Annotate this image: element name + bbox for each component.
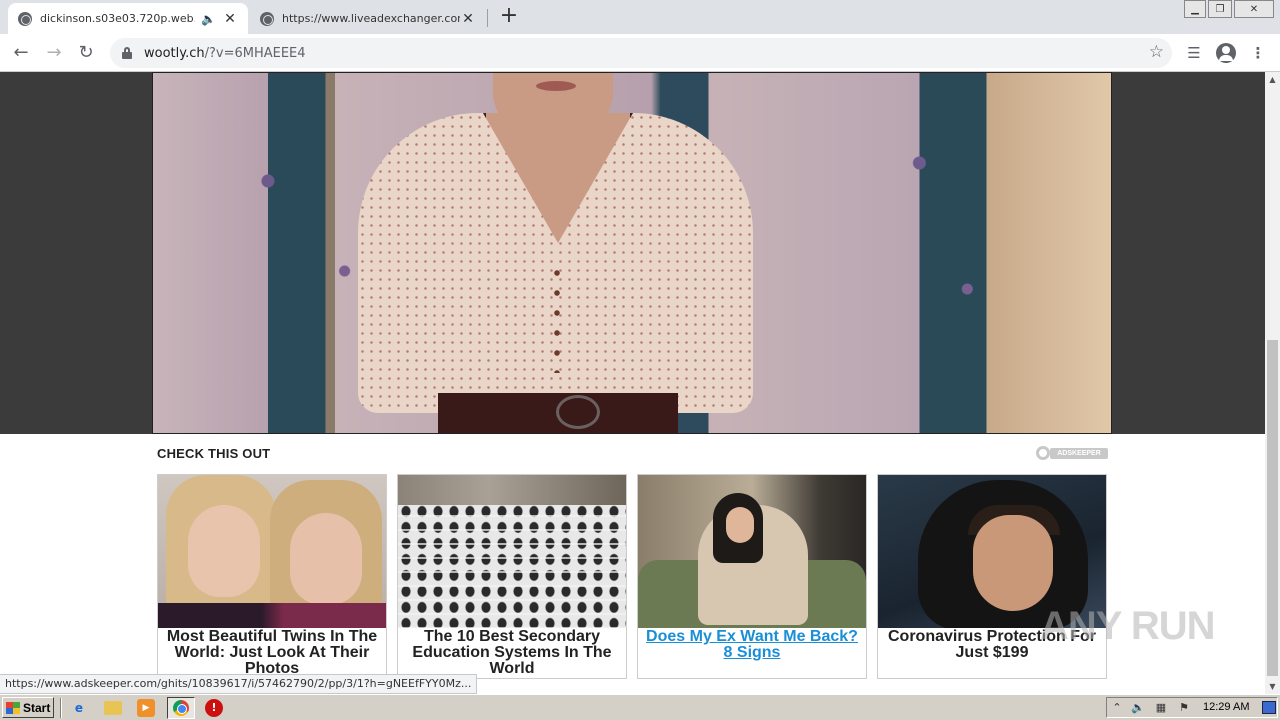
tab-active[interactable]: dickinson.s03e03.720p.web.h2 🔈 ✕	[8, 3, 248, 34]
minimize-button[interactable]: ▁	[1184, 0, 1206, 18]
page-content: CHECK THIS OUT ADSKEEPER Most Beautiful …	[0, 72, 1265, 694]
url-path: /?v=6MHAEEE4	[204, 45, 306, 61]
menu-icon[interactable]: ⋮	[1246, 41, 1270, 65]
start-label: Start	[23, 700, 51, 715]
scroll-thumb[interactable]	[1267, 340, 1278, 676]
adskeeper-logo[interactable]: ADSKEEPER	[1036, 444, 1108, 462]
ad-card[interactable]: The 10 Best Secondary Education Systems …	[397, 474, 627, 679]
globe-icon	[260, 11, 274, 26]
chrome-icon	[173, 700, 189, 716]
tab-title: dickinson.s03e03.720p.web.h2	[40, 12, 196, 25]
ie-icon[interactable]: e	[70, 699, 88, 717]
address-bar[interactable]: wootly.ch/?v=6MHAEEE4 ☆	[110, 38, 1172, 68]
clock[interactable]: 12:29 AM	[1203, 701, 1249, 713]
windows-logo-icon	[6, 701, 20, 714]
widget-heading: CHECK THIS OUT	[157, 446, 271, 461]
ad-widget: CHECK THIS OUT ADSKEEPER Most Beautiful …	[0, 434, 1265, 694]
scroll-down-icon[interactable]: ▼	[1265, 679, 1280, 694]
globe-icon	[18, 11, 32, 26]
close-window-button[interactable]: ✕	[1234, 0, 1274, 18]
ad-thumbnail[interactable]	[158, 475, 386, 628]
taskbar-divider	[60, 698, 62, 718]
start-button[interactable]: Start	[2, 697, 54, 718]
page-scrollbar[interactable]: ▲ ▼	[1265, 72, 1280, 694]
tab-title: https://www.liveadexchanger.com/	[282, 12, 460, 25]
ad-card[interactable]: Most Beautiful Twins In The World: Just …	[157, 474, 387, 679]
url-text: wootly.ch/?v=6MHAEEE4	[144, 46, 306, 61]
browser-toolbar: ← → ↻ wootly.ch/?v=6MHAEEE4 ☆ ☰ ⋮	[0, 34, 1280, 72]
speaker-icon[interactable]: 🔈	[201, 12, 216, 26]
new-tab-button[interactable]: +	[498, 5, 520, 27]
star-icon[interactable]: ☆	[1149, 42, 1164, 62]
system-tray: ⌃ 🔈 ▦ ⚑ 12:29 AM	[1106, 697, 1278, 718]
tab-inactive[interactable]: https://www.liveadexchanger.com/ ✕	[250, 3, 486, 34]
ad-caption[interactable]: Does My Ex Want Me Back? 8 Signs	[638, 628, 866, 662]
tab-strip: dickinson.s03e03.720p.web.h2 🔈 ✕ https:/…	[0, 0, 1280, 34]
show-desktop-icon[interactable]	[1262, 701, 1276, 714]
close-icon[interactable]: ✕	[222, 11, 238, 27]
video-figure	[358, 73, 753, 433]
video-player[interactable]	[152, 72, 1112, 434]
network-icon[interactable]: ▦	[1154, 701, 1168, 715]
reload-icon[interactable]: ↻	[74, 41, 98, 65]
windows-taskbar: Start e ▶ ! ⌃ 🔈 ▦ ⚑ 12:29 AM	[0, 694, 1280, 720]
brand-label: ADSKEEPER	[1050, 447, 1108, 459]
tab-separator	[487, 9, 488, 27]
ad-thumbnail[interactable]	[638, 475, 866, 628]
profile-icon[interactable]	[1214, 41, 1238, 65]
anyrun-watermark: ANY RUN	[1040, 604, 1216, 648]
volume-icon[interactable]: 🔈	[1131, 701, 1145, 715]
status-bubble: https://www.adskeeper.com/ghits/10839617…	[0, 674, 478, 694]
ad-caption[interactable]: Most Beautiful Twins In The World: Just …	[158, 628, 386, 678]
url-host: wootly.ch	[144, 45, 205, 61]
opera-icon[interactable]: !	[205, 699, 223, 717]
lock-icon[interactable]	[122, 47, 132, 59]
ad-caption[interactable]: The 10 Best Secondary Education Systems …	[398, 628, 626, 678]
ad-thumbnail[interactable]	[398, 475, 626, 628]
maximize-button[interactable]: ❐	[1208, 0, 1232, 18]
forward-icon[interactable]: →	[42, 41, 66, 65]
back-icon[interactable]: ←	[9, 41, 33, 65]
flag-icon[interactable]: ⚑	[1177, 701, 1191, 715]
scroll-up-icon[interactable]: ▲	[1265, 72, 1280, 87]
ad-card[interactable]: Does My Ex Want Me Back? 8 Signs	[637, 474, 867, 679]
media-player-icon[interactable]: ▶	[137, 699, 155, 717]
close-icon[interactable]: ✕	[460, 11, 476, 27]
key-icon	[1036, 446, 1050, 460]
media-icon[interactable]: ☰	[1182, 41, 1206, 65]
chrome-task-button[interactable]	[167, 697, 195, 719]
tray-expand-icon[interactable]: ⌃	[1110, 701, 1124, 715]
folder-icon[interactable]	[104, 701, 122, 715]
